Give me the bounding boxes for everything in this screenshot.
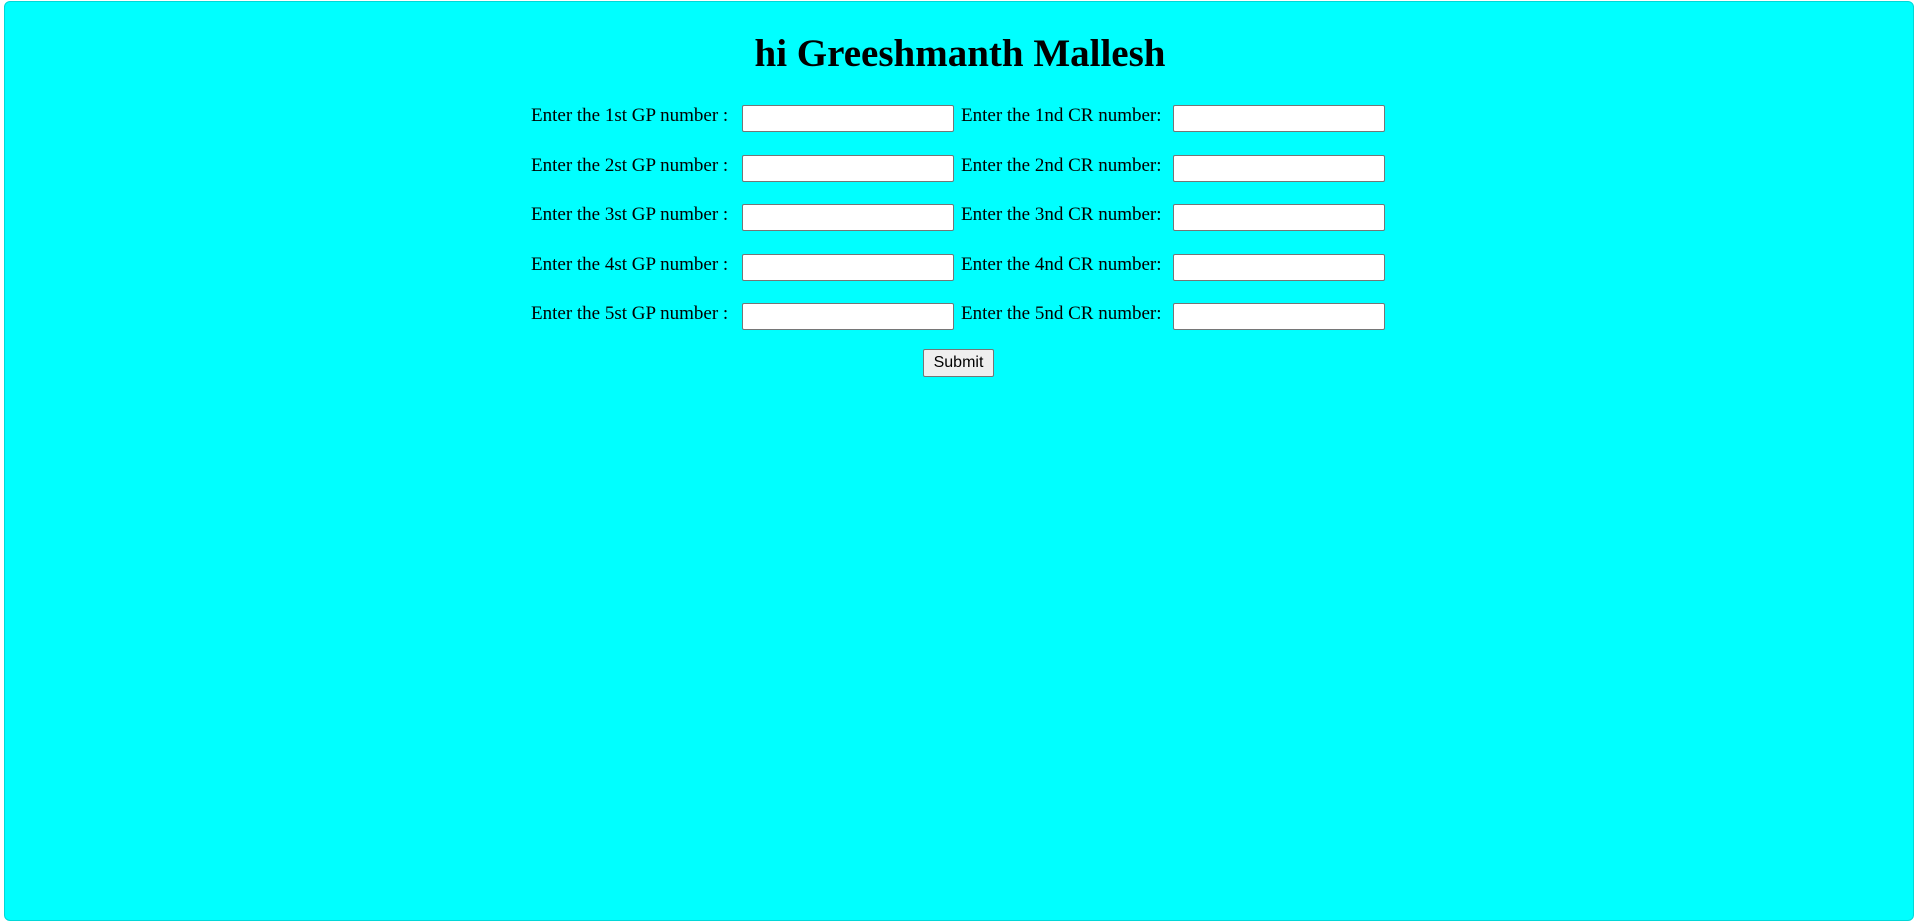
gp-label-3: Enter the 3st GP number :	[531, 204, 729, 225]
cr-label-5: Enter the 5nd CR number:	[961, 303, 1162, 324]
gp-input-2[interactable]	[742, 155, 954, 182]
gp-input-5[interactable]	[742, 303, 954, 330]
gp-input-3[interactable]	[742, 204, 954, 231]
gp-label-2: Enter the 2st GP number :	[531, 155, 729, 176]
form-row-1: Enter the 1st GP number : Enter the 1nd …	[5, 102, 1915, 132]
gp-label-1: Enter the 1st GP number :	[531, 105, 729, 126]
cr-input-1[interactable]	[1173, 105, 1385, 132]
cr-label-3: Enter the 3nd CR number:	[961, 204, 1162, 225]
cr-label-2: Enter the 2nd CR number:	[961, 155, 1162, 176]
page-title: hi Greeshmanth Mallesh	[754, 32, 1166, 75]
form-row-2: Enter the 2st GP number : Enter the 2nd …	[5, 152, 1915, 182]
gp-input-4[interactable]	[742, 254, 954, 281]
form-panel: hi Greeshmanth Mallesh Enter the 1st GP …	[4, 1, 1914, 921]
cr-label-1: Enter the 1nd CR number:	[961, 105, 1162, 126]
form-row-3: Enter the 3st GP number : Enter the 3nd …	[5, 201, 1915, 231]
form-row-5: Enter the 5st GP number : Enter the 5nd …	[5, 300, 1915, 330]
form-row-4: Enter the 4st GP number : Enter the 4nd …	[5, 251, 1915, 281]
submit-button[interactable]: Submit	[923, 349, 994, 377]
cr-input-4[interactable]	[1173, 254, 1385, 281]
gp-input-1[interactable]	[742, 105, 954, 132]
gp-label-5: Enter the 5st GP number :	[531, 303, 729, 324]
gp-label-4: Enter the 4st GP number :	[531, 254, 729, 275]
cr-label-4: Enter the 4nd CR number:	[961, 254, 1162, 275]
cr-input-2[interactable]	[1173, 155, 1385, 182]
cr-input-3[interactable]	[1173, 204, 1385, 231]
cr-input-5[interactable]	[1173, 303, 1385, 330]
